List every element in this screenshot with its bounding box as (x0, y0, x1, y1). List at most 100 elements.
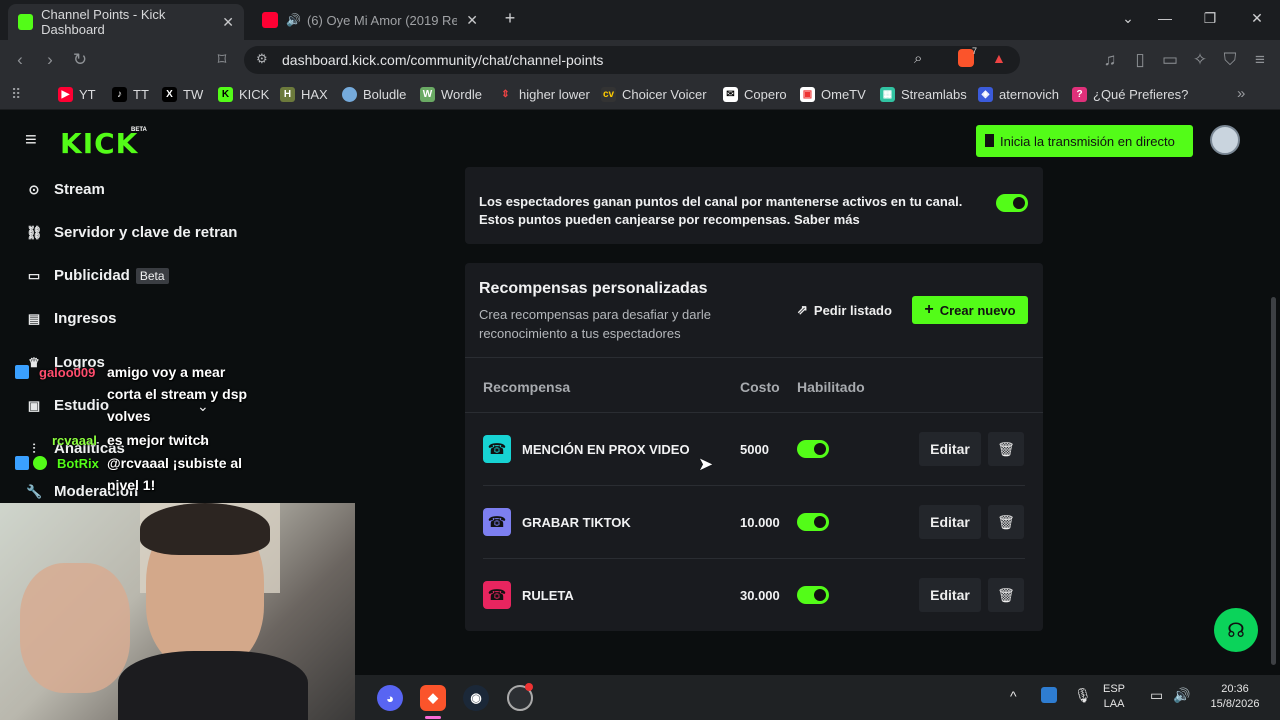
page-scrollbar[interactable] (1271, 297, 1276, 665)
rewards-triangle-icon[interactable]: ▲ (992, 50, 1006, 66)
reward-enabled-toggle[interactable] (797, 586, 829, 604)
bookmark-kick[interactable]: K KICK (218, 87, 269, 102)
kick-logo[interactable]: KICK (60, 127, 138, 160)
forward-icon[interactable]: › (40, 50, 60, 70)
reward-name: RULETA (522, 588, 574, 603)
divider (483, 558, 1025, 559)
divider (483, 485, 1025, 486)
url-field[interactable]: ⚙ dashboard.kick.com/community/chat/chan… (244, 46, 1020, 74)
network-icon[interactable]: ▭ (1150, 688, 1163, 703)
wallet-icon[interactable]: ▭ (1160, 50, 1180, 70)
go-live-button[interactable]: Inicia la transmisión en directo (976, 125, 1193, 157)
menu-icon[interactable]: ≡ (1250, 50, 1270, 70)
bookmark-tw[interactable]: X TW (162, 87, 203, 102)
clock[interactable]: 20:36 15/8/2026 (1200, 682, 1270, 712)
request-list-button[interactable]: ⇗ Pedir listado (787, 296, 902, 324)
search-icon[interactable]: ⌕ (914, 50, 922, 67)
hand (20, 563, 130, 693)
kick-k-icon (985, 134, 994, 147)
defender-icon[interactable] (1041, 687, 1057, 703)
chat-message-line: @rcvaaal ¡subiste al (107, 455, 243, 471)
bookmark-wordle[interactable]: W Wordle (420, 87, 482, 102)
leo-icon[interactable]: ✧ (1190, 50, 1210, 70)
hamburger-menu-icon[interactable]: ≡ (25, 129, 37, 152)
bookmark-yt[interactable]: ▶ YT (58, 87, 96, 102)
site-info-icon[interactable]: ⚙ (256, 51, 268, 67)
discord-icon[interactable]: ◕ (377, 685, 403, 711)
ometv-icon: ▣ (800, 87, 815, 102)
reward-enabled-toggle[interactable] (797, 440, 829, 458)
bookmark-choicer-voicer[interactable]: cv Choicer Voicer (601, 87, 707, 102)
back-icon[interactable]: ‹ (10, 50, 30, 70)
chat-username: BotRix (57, 456, 99, 471)
bookmark-boludle[interactable]: Boludle (342, 87, 406, 102)
tiktok-icon: ♪ (112, 87, 127, 102)
sidebar-item-publicidad[interactable]: ▭ Publicidad Beta (26, 267, 169, 284)
shield-count: 7 (972, 46, 978, 56)
tab-title: (6) Oye Mi Amor (2019 Remaster (306, 12, 457, 28)
sidebar-icon[interactable]: ▯ (1130, 50, 1150, 70)
bookmark-tt[interactable]: ♪ TT (112, 87, 149, 102)
more-bookmarks-icon[interactable]: » (1237, 85, 1245, 102)
list-arrow-icon: ⇗ (797, 302, 808, 317)
chart-icon: ▤ (27, 310, 41, 326)
beta-badge: Beta (135, 267, 169, 284)
chevron-down-icon[interactable]: ⌄ (197, 398, 209, 415)
sidebar-item-server-key[interactable]: ⛓ Servidor y clave de retran (26, 224, 237, 241)
language-indicator[interactable]: ESP LAA (1103, 682, 1125, 712)
column-reward: Recompensa (483, 379, 571, 395)
steam-icon[interactable]: ◉ (463, 685, 489, 711)
bookmark-icon[interactable]: ⌑ (212, 50, 232, 70)
trash-icon[interactable]: 🗑 (988, 578, 1024, 612)
channel-points-card: Los espectadores ganan puntos del canal … (465, 167, 1043, 244)
close-tab-icon[interactable]: ✕ (466, 12, 478, 29)
bookmark-streamlabs[interactable]: ▦ Streamlabs (880, 87, 967, 102)
bookmark-higher-lower[interactable]: ⇕ higher lower (498, 87, 590, 102)
tab-youtube[interactable]: 🔊 (6) Oye Mi Amor (2019 Remaster ✕ (252, 6, 488, 34)
trash-icon[interactable]: 🗑 (988, 432, 1024, 466)
streamlabs-icon: ▦ (880, 87, 895, 102)
bookmark-que-prefieres[interactable]: ? ¿Qué Prefieres? (1072, 87, 1188, 102)
copero-icon: ✉ (723, 87, 738, 102)
close-window-button[interactable]: ✕ (1247, 10, 1267, 27)
reward-cost: 30.000 (740, 588, 780, 603)
tab-title: Channel Points - Kick Dashboard (41, 7, 166, 37)
trash-icon[interactable]: 🗑 (988, 505, 1024, 539)
support-chat-icon[interactable]: ☊ (1214, 608, 1258, 652)
new-tab-button[interactable]: + (500, 8, 520, 29)
logo-beta-badge: BETA (131, 127, 147, 133)
sidebar-item-ingresos[interactable]: ▤ Ingresos (26, 310, 117, 327)
hair (140, 503, 270, 555)
chevron-down-icon[interactable]: ⌄ (197, 432, 209, 449)
edit-button[interactable]: Editar (919, 432, 981, 466)
x-icon: X (162, 87, 177, 102)
edit-button[interactable]: Editar (919, 578, 981, 612)
chat-message-line: corta el stream y dsp (107, 386, 248, 402)
chat-message-line: es mejor twitch (107, 432, 209, 448)
create-new-button[interactable]: + Crear nuevo (912, 296, 1028, 324)
avatar[interactable] (1210, 125, 1240, 155)
reward-enabled-toggle[interactable] (797, 513, 829, 531)
brave-icon[interactable]: ◆ (420, 685, 446, 711)
bookmark-copero[interactable]: ✉ Copero (723, 87, 787, 102)
bookmark-aternovich[interactable]: ◈ aternovich (978, 87, 1059, 102)
music-icon[interactable]: ♫ (1100, 50, 1120, 70)
close-tab-icon[interactable]: ✕ (222, 14, 234, 31)
wrench-icon: 🔧 (26, 483, 43, 499)
apps-grid-icon[interactable]: ⠿ (11, 86, 21, 103)
microphone-icon[interactable]: 🎙 (1074, 688, 1092, 703)
restore-button[interactable]: ❐ (1200, 10, 1220, 27)
edit-button[interactable]: Editar (919, 505, 981, 539)
sidebar-item-estudio[interactable]: ▣ Estudio (26, 397, 109, 414)
vpn-icon[interactable]: ⛉ (1220, 50, 1240, 70)
reload-icon[interactable]: ↻ (70, 50, 90, 70)
minimize-button[interactable]: — (1155, 10, 1175, 26)
volume-icon[interactable]: 🔊 (1173, 688, 1190, 703)
tab-list-icon[interactable]: ⌄ (1118, 10, 1138, 27)
channel-points-toggle[interactable] (996, 194, 1028, 212)
tray-chevron-icon[interactable]: ^ (1010, 689, 1017, 704)
bookmark-hax[interactable]: H HAX (280, 87, 328, 102)
sidebar-item-stream[interactable]: ⊙ Stream (26, 181, 105, 198)
bookmark-ometv[interactable]: ▣ OmeTV (800, 87, 866, 102)
tab-channel-points[interactable]: Channel Points - Kick Dashboard ✕ (8, 4, 244, 40)
